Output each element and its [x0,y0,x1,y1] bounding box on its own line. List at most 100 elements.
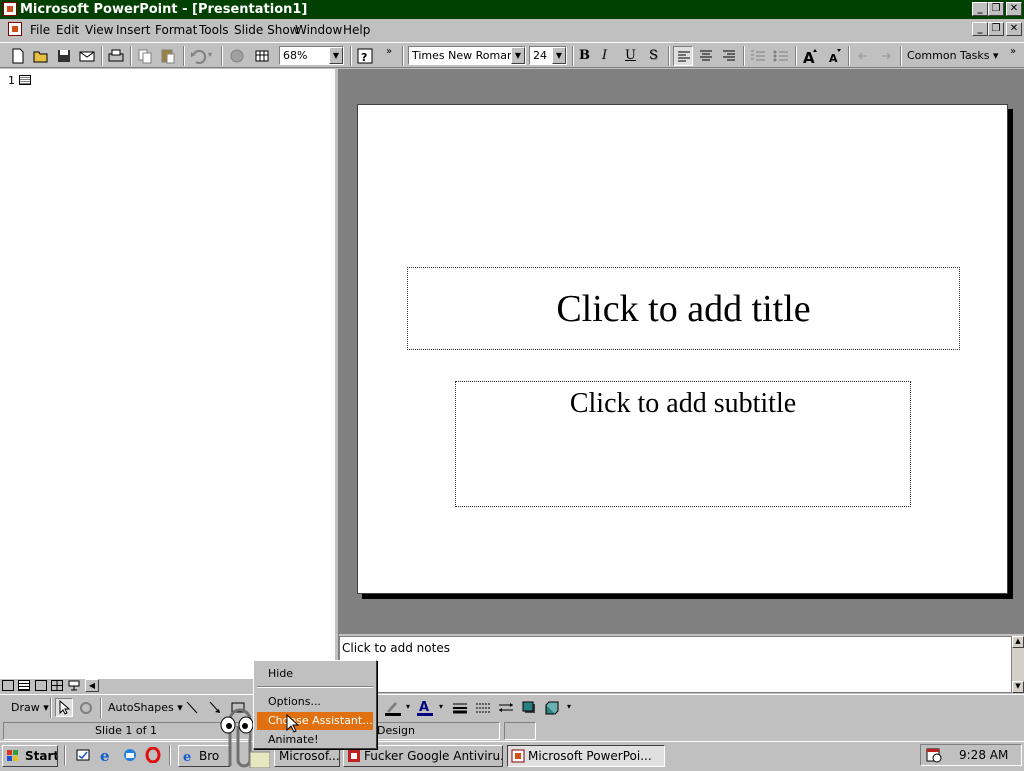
notes-placeholder: Click to add notes [342,641,450,655]
save-icon[interactable] [54,46,74,66]
document-icon[interactable] [8,22,22,36]
common-tasks-button[interactable]: Common Tasks ▾ [907,49,999,62]
doc-restore-button[interactable]: ❐ [988,22,1004,36]
clock[interactable]: 9:28 AM [959,748,1008,762]
numbering-icon[interactable] [748,46,768,66]
new-icon[interactable] [8,46,28,66]
menu-edit[interactable]: Edit [56,23,79,37]
line-icon[interactable] [183,698,201,717]
assistant-context-menu: Hide Options... Choose Assistant... Anim… [253,660,377,749]
undo-icon[interactable] [188,46,208,66]
menu-file[interactable]: File [30,23,50,37]
3d-icon[interactable] [543,698,561,717]
menu-insert[interactable]: Insert [116,23,150,37]
decrease-font-icon[interactable]: A [824,46,844,66]
svg-text:A: A [419,700,429,715]
scroll-down-icon[interactable]: ▼ [1012,681,1024,693]
zoom-select[interactable]: 68% ▼ [279,46,344,65]
slide-show-view-icon[interactable] [68,680,80,691]
select-objects-icon[interactable] [55,698,73,717]
bullets-icon[interactable] [771,46,791,66]
menu-tools[interactable]: Tools [199,23,229,37]
help-icon[interactable]: ? [355,46,375,66]
outlook-express-icon[interactable] [122,747,138,763]
slide-canvas[interactable]: Click to add title Click to add subtitle [357,104,1008,594]
start-button[interactable]: Start [2,745,58,767]
close-button[interactable]: ✕ [1006,2,1022,16]
font-color-icon[interactable]: A [415,698,437,717]
more-buttons-chevron-2[interactable]: » [1010,46,1016,57]
autoshapes-menu[interactable]: AutoShapes ▾ [108,701,183,714]
underline-button[interactable]: U [625,48,636,63]
mouse-cursor-icon [286,713,300,734]
menu-hide[interactable]: Hide [257,665,373,683]
notes-scrollbar[interactable]: ▲ ▼ [1012,636,1024,693]
increase-font-icon[interactable]: A [800,46,820,67]
align-center-icon[interactable] [696,46,716,66]
align-right-icon[interactable] [719,46,739,66]
shadow-icon[interactable] [520,698,538,717]
restore-button[interactable]: ❐ [988,2,1004,16]
copy-icon[interactable] [135,46,155,66]
font-size-select[interactable]: 24 ▼ [529,46,567,65]
font-select[interactable]: Times New Roman ▼ [408,46,526,65]
system-tray: 9:28 AM [920,744,1022,766]
dash-style-icon[interactable] [474,698,492,717]
task-powerpoint[interactable]: Microsoft PowerPoi... [507,745,665,767]
draw-menu[interactable]: Draw ▾ [11,701,49,714]
show-desktop-icon[interactable] [75,747,91,763]
windows-flag-icon [6,749,20,763]
slide-view-icon[interactable] [35,680,47,691]
minimize-button[interactable]: _ [972,2,988,16]
demote-icon[interactable] [876,46,896,66]
align-left-icon[interactable] [673,46,693,66]
antivirus-task-icon [347,749,361,763]
menu-format[interactable]: Format [155,23,197,37]
open-icon[interactable] [31,46,51,66]
menu-slide-show[interactable]: Slide Show [234,23,299,37]
toolbar: ▾ 68% ▼ ? » Times New Roman ▼ 24 ▼ B I U S … [0,42,1024,68]
menu-view[interactable]: View [85,23,113,37]
menu-window[interactable]: Window [295,23,342,37]
doc-minimize-button[interactable]: _ [972,22,988,36]
title-placeholder[interactable]: Click to add title [407,267,960,350]
drawing-toolbar: Draw ▾ AutoShapes ▾ ▾ A ▾ ▾ [0,694,1024,721]
menu-animate[interactable]: Animate! [257,731,373,749]
table-icon[interactable] [252,46,272,66]
menu-options[interactable]: Options... [257,693,373,711]
outline-pane[interactable]: 1 [0,69,334,679]
opera-icon[interactable] [145,746,161,764]
italic-button[interactable]: I [602,48,607,63]
paste-icon[interactable] [158,46,178,66]
more-buttons-chevron[interactable]: » [386,46,392,57]
doc-close-button[interactable]: ✕ [1006,22,1022,36]
powerpoint-task-icon [511,749,525,763]
svg-text:A: A [829,52,838,65]
normal-view-icon[interactable] [2,680,14,691]
svg-text:e: e [100,747,110,763]
menu-choose-assistant[interactable]: Choose Assistant... [257,712,373,730]
promote-icon[interactable] [853,46,873,66]
line-style-icon[interactable] [451,698,469,717]
outline-view-icon[interactable] [18,680,30,691]
slide-thumbnail-icon[interactable] [19,75,31,85]
internet-explorer-icon[interactable]: e [99,747,115,765]
menu-help[interactable]: Help [343,23,370,37]
email-icon[interactable] [77,46,97,66]
tray-scheduler-icon[interactable] [926,747,942,763]
scroll-up-icon[interactable]: ▲ [1012,636,1024,648]
bold-button[interactable]: B [579,48,590,63]
powerpoint-app-icon[interactable] [3,2,17,16]
print-icon[interactable] [106,46,126,66]
line-color-icon[interactable] [383,698,405,717]
subtitle-placeholder[interactable]: Click to add subtitle [455,381,911,507]
arrow-style-icon[interactable] [497,698,515,717]
menu-bar: File Edit View Insert Format Tools Slide… [0,19,1024,41]
free-rotate-icon[interactable] [77,698,95,717]
notes-pane[interactable]: Click to add notes [339,636,1012,693]
slide-sorter-view-icon[interactable] [51,680,63,691]
scroll-left-icon[interactable]: ◀ [85,679,99,692]
shadow-button[interactable]: S [649,48,658,63]
hyperlink-icon[interactable] [227,46,247,66]
title-bar: Microsoft PowerPoint - [Presentation1] _… [0,0,1024,19]
